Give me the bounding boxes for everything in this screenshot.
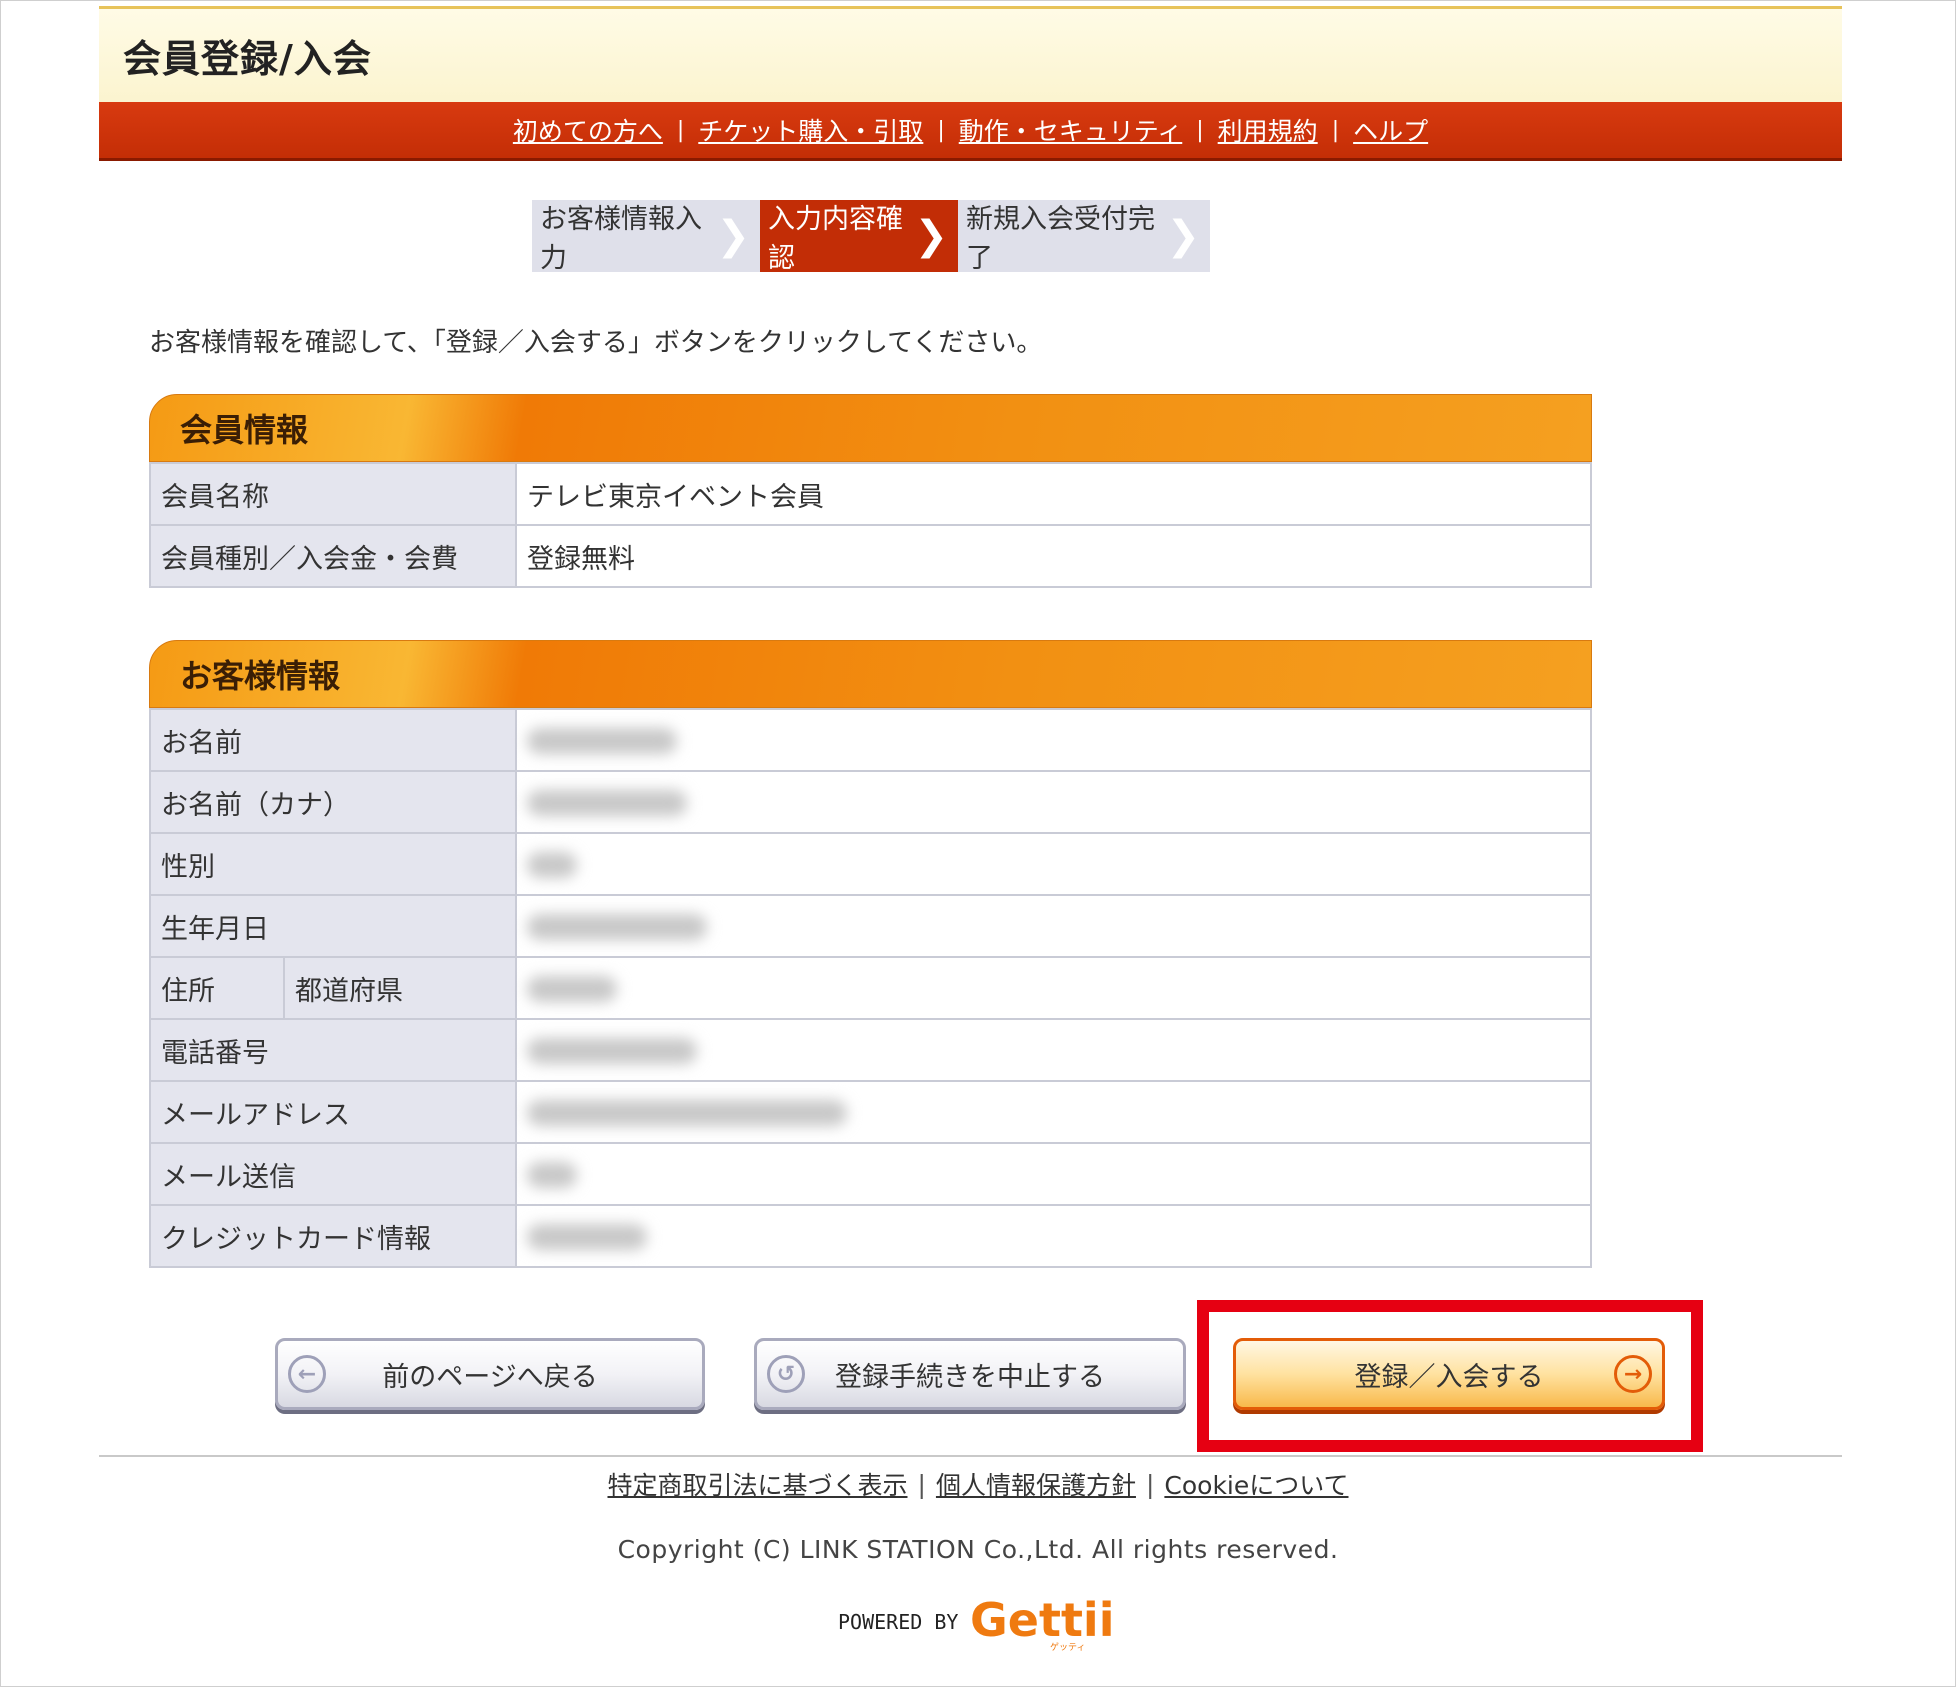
row-sublabel: 都道府県 [283,956,517,1020]
main-nav: 初めての方へ | チケット購入・引取 | 動作・セキュリティ | 利用規約 | … [99,102,1842,161]
step-arrow-icon: ❯ [914,213,948,259]
step-label: 入力内容確認 [768,204,903,274]
nav-separator: | [937,117,945,143]
footer-separator: | [917,1469,926,1499]
step-customer-input: お客様情報入力 ❯ [532,200,760,274]
footer-links: 特定商取引法に基づく表示 | 個人情報保護方針 | Cookieについて [0,1466,1956,1502]
section-title: 会員情報 [180,411,309,449]
highlight-box [1197,1300,1703,1452]
row-value: テレビ東京イベント会員 [515,462,1592,526]
row-label: 住所 [149,956,285,1020]
row-value-redacted [515,956,1592,1020]
back-button-label: 前のページへ戻る [382,1361,598,1393]
table-row: 性別 [149,832,1592,896]
footer-link-commerce-law[interactable]: 特定商取引法に基づく表示 [597,1466,917,1502]
member-info-table: 会員名称 テレビ東京イベント会員 会員種別／入会金・会費 登録無料 [149,462,1592,588]
footer-separator: | [1145,1469,1155,1499]
site-container: 会員登録/入会 初めての方へ | チケット購入・引取 | 動作・セキュリティ |… [99,6,1842,161]
step-confirm: 入力内容確認 ❯ [760,200,958,274]
row-label: 会員種別／入会金・会費 [149,524,517,588]
back-button[interactable]: ← 前のページへ戻る [275,1338,705,1410]
logo-text: Gettii [970,1593,1114,1647]
nav-link-terms[interactable]: 利用規約 [1204,112,1332,148]
nav-link-first-time[interactable]: 初めての方へ [499,112,677,148]
step-label: 新規入会受付完了 [966,204,1155,274]
undo-icon: ↺ [767,1355,805,1393]
table-row: 会員名称 テレビ東京イベント会員 [149,462,1592,526]
nav-separator: | [1331,117,1340,143]
row-label: お名前 [149,708,517,772]
row-label: 電話番号 [149,1018,517,1082]
instruction-text: お客様情報を確認して、「登録／入会する」ボタンをクリックしてください。 [149,328,1043,358]
section-header: 会員情報 [149,394,1592,462]
row-value-redacted [515,1018,1592,1082]
table-row: 電話番号 [149,1018,1592,1082]
row-value-redacted [515,1204,1592,1268]
row-label: クレジットカード情報 [149,1204,517,1268]
section-title: お客様情報 [180,657,341,695]
row-value-redacted [515,708,1592,772]
row-value-redacted [515,894,1592,958]
row-label: 性別 [149,832,517,896]
row-value-redacted [515,1080,1592,1144]
table-row: 会員種別／入会金・会費 登録無料 [149,524,1592,588]
cancel-button[interactable]: ↺ 登録手続きを中止する [754,1338,1186,1410]
customer-info-table: お名前 お名前（カナ） 性別 生年月日 住所 都道府県 電話番号 メールアドレス [149,708,1592,1268]
row-label: メール送信 [149,1142,517,1206]
gettii-logo-icon: Gettii ゲッティ [970,1593,1114,1653]
table-row: 住所 都道府県 [149,956,1592,1020]
table-row: 生年月日 [149,894,1592,958]
step-label: お客様情報入力 [540,204,702,274]
cancel-button-label: 登録手続きを中止する [835,1361,1105,1393]
table-row: メール送信 [149,1142,1592,1206]
step-arrow-icon: ❯ [1166,213,1200,259]
row-label: 生年月日 [149,894,517,958]
gettii-logo: Gettii ゲッティ [968,1592,1118,1653]
row-value: 登録無料 [515,524,1592,588]
page-header: 会員登録/入会 [99,6,1842,102]
table-row: メールアドレス [149,1080,1592,1144]
row-label: お名前（カナ） [149,770,517,834]
customer-info-section: お客様情報 お名前 お名前（カナ） 性別 生年月日 住所 都道府県 電話番号 メ… [149,640,1592,1268]
nav-link-security[interactable]: 動作・セキュリティ [945,112,1197,148]
section-header: お客様情報 [149,640,1592,708]
table-row: お名前 [149,708,1592,772]
arrow-left-icon: ← [288,1355,326,1393]
table-row: お名前（カナ） [149,770,1592,834]
row-value-redacted [515,832,1592,896]
member-info-section: 会員情報 会員名称 テレビ東京イベント会員 会員種別／入会金・会費 登録無料 [149,394,1592,588]
logo-kana: ゲッティ [1050,1641,1085,1652]
step-complete: 新規入会受付完了 ❯ [958,200,1210,274]
footer-link-privacy[interactable]: 個人情報保護方針 [926,1466,1146,1502]
powered-by-label: POWERED BY [838,1610,959,1634]
row-label: メールアドレス [149,1080,517,1144]
powered-by: POWERED BY Gettii ゲッティ [838,1592,1118,1653]
nav-separator: | [1196,117,1204,143]
row-label: 会員名称 [149,462,517,526]
page-title: 会員登録/入会 [123,37,372,81]
copyright-text: Copyright (C) LINK STATION Co.,Ltd. All … [617,1535,1339,1564]
table-row: クレジットカード情報 [149,1204,1592,1268]
row-value-redacted [515,1142,1592,1206]
row-value-redacted [515,770,1592,834]
nav-separator: | [676,117,685,143]
nav-link-help[interactable]: ヘルプ [1339,112,1442,148]
step-arrow-icon: ❯ [716,213,750,259]
progress-steps: お客様情報入力 ❯ 入力内容確認 ❯ 新規入会受付完了 ❯ [532,200,1210,274]
nav-link-ticket[interactable]: チケット購入・引取 [684,112,937,148]
footer-link-cookie[interactable]: Cookieについて [1154,1466,1358,1502]
footer-divider [99,1455,1842,1457]
